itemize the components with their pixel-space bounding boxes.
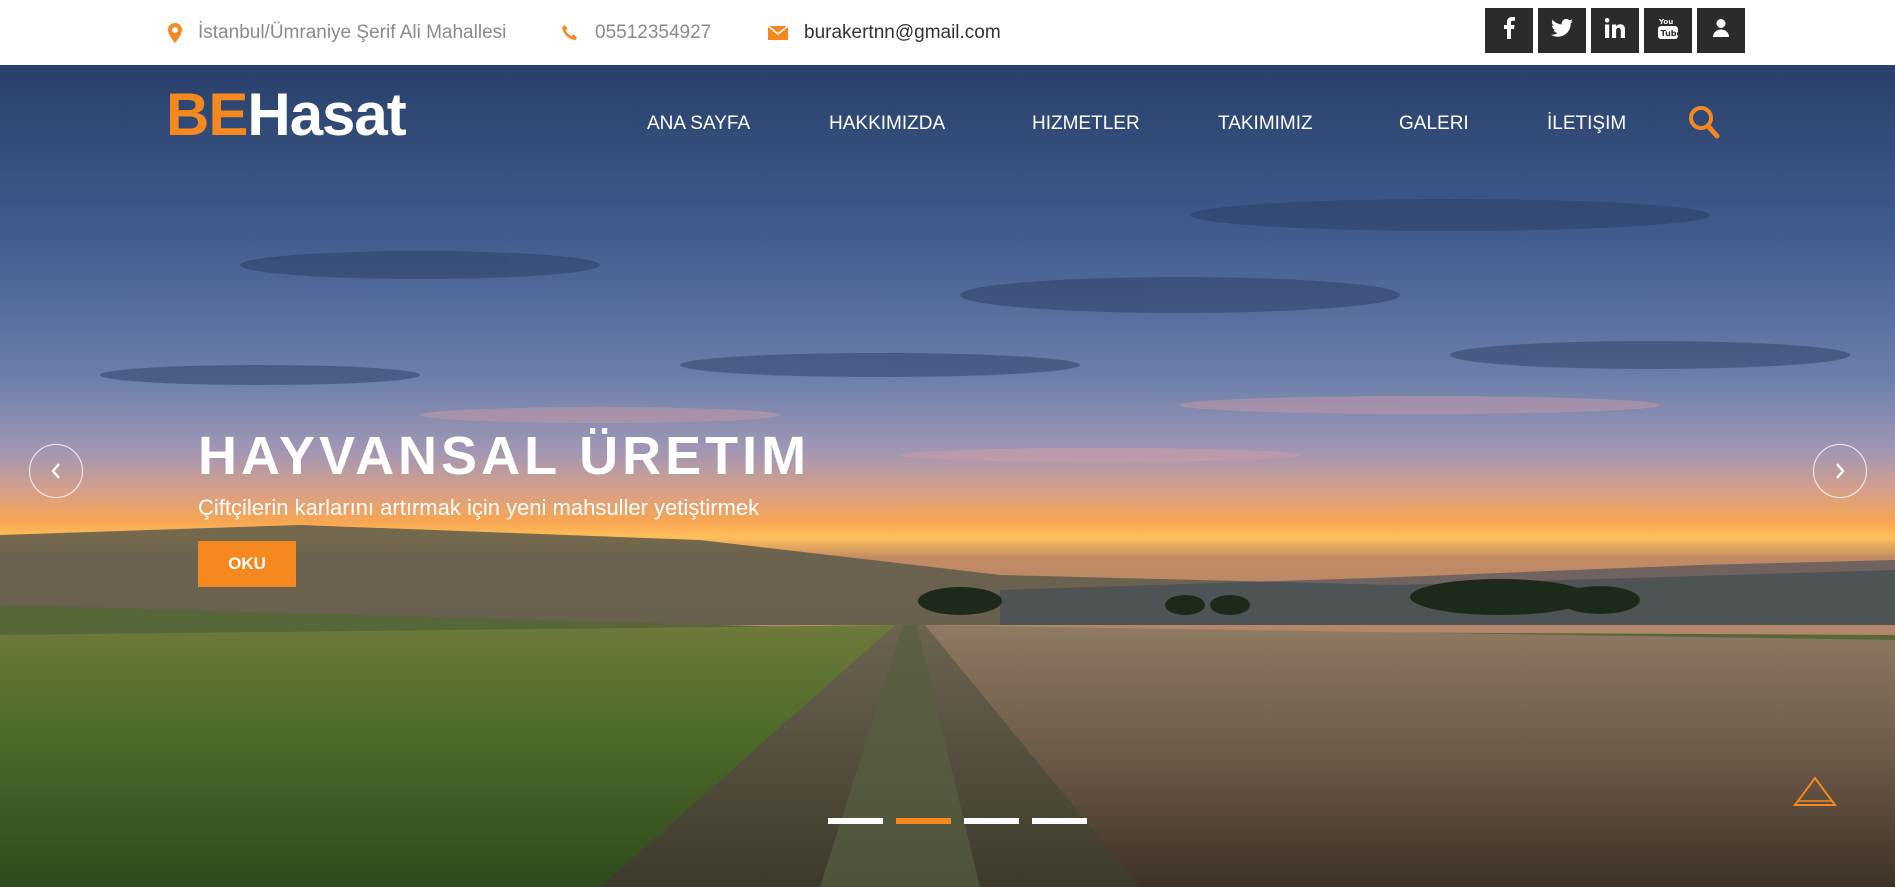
map-marker-icon <box>168 22 182 43</box>
linkedin-button[interactable] <box>1591 8 1639 53</box>
nav-item-takimimiz[interactable]: TAKIMIMIZ <box>1218 113 1313 135</box>
twitter-button[interactable] <box>1538 8 1586 53</box>
slide-indicator-2[interactable] <box>896 818 951 824</box>
phone-icon <box>561 24 579 42</box>
nav-item-galeri[interactable]: GALERI <box>1399 113 1469 135</box>
phone-info[interactable]: 05512354927 <box>561 0 711 65</box>
svg-text:You: You <box>1658 18 1673 26</box>
chevron-right-icon <box>1834 456 1846 487</box>
read-more-button[interactable]: OKU <box>198 541 296 587</box>
site-logo[interactable]: BEHasat <box>166 85 407 145</box>
slider-next-button[interactable] <box>1813 444 1867 498</box>
slide-indicator-3[interactable] <box>964 818 1019 824</box>
slide-indicator-4[interactable] <box>1032 818 1087 824</box>
search-button[interactable] <box>1688 105 1720 139</box>
user-icon <box>1713 19 1729 42</box>
address-text: İstanbul/Ümraniye Şerif Ali Mahallesi <box>198 21 507 43</box>
facebook-button[interactable] <box>1485 8 1533 53</box>
scroll-to-top-button[interactable] <box>1792 775 1838 809</box>
nav-item-hakkimizda[interactable]: HAKKIMIZDA <box>829 113 945 135</box>
linkedin-icon <box>1604 18 1625 43</box>
logo-text: Hasat <box>247 81 406 148</box>
slide-subtitle: Çiftçilerin karlarını artırmak için yeni… <box>198 495 760 520</box>
twitter-icon <box>1551 18 1573 42</box>
search-icon <box>1688 106 1720 143</box>
slider-prev-button[interactable] <box>29 444 83 498</box>
slide-indicator-1[interactable] <box>828 818 883 824</box>
phone-text: 05512354927 <box>595 21 712 43</box>
email-text: burakertnn@gmail.com <box>804 21 1001 43</box>
social-links: You Tube <box>1485 8 1745 53</box>
slider-pagination <box>828 818 1087 824</box>
facebook-icon <box>1503 17 1515 44</box>
top-bar: İstanbul/Ümraniye Şerif Ali Mahallesi 05… <box>0 0 1895 65</box>
svg-text:Tube: Tube <box>1661 29 1679 38</box>
triangle-up-icon <box>1792 776 1838 813</box>
nav-item-iletisim[interactable]: İLETIŞIM <box>1547 113 1626 135</box>
hero-slider: BEHasat ANA SAYFA HAKKIMIZDA HIZMETLER T… <box>0 65 1895 887</box>
youtube-button[interactable]: You Tube <box>1644 8 1692 53</box>
nav-item-ana-sayfa[interactable]: ANA SAYFA <box>647 113 750 135</box>
user-login-button[interactable] <box>1697 8 1745 53</box>
email-info[interactable]: burakertnn@gmail.com <box>768 0 1001 65</box>
address-info: İstanbul/Ümraniye Şerif Ali Mahallesi <box>168 0 506 65</box>
envelope-icon <box>768 25 788 40</box>
youtube-icon: You Tube <box>1658 17 1683 44</box>
nav-item-hizmetler[interactable]: HIZMETLER <box>1032 113 1140 135</box>
slide-title: HAYVANSAL ÜRETIM <box>198 426 811 486</box>
chevron-left-icon <box>50 456 62 487</box>
logo-accent: BE <box>166 81 248 148</box>
